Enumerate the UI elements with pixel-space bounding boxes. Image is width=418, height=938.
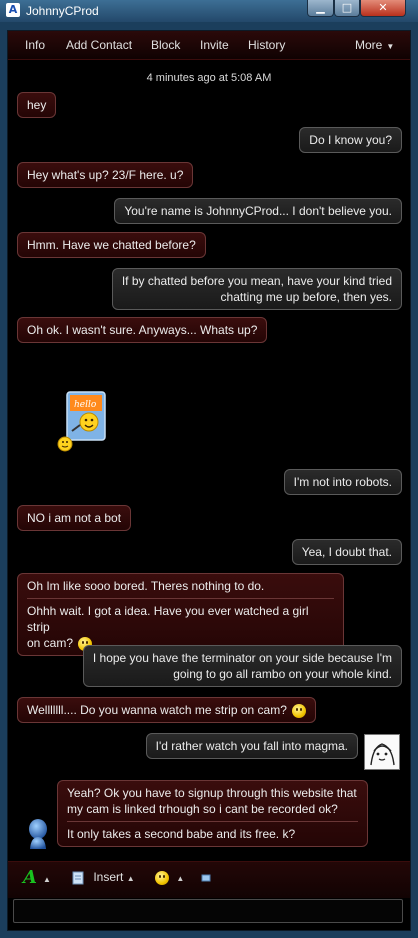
message-bubble-me: Do I know you? — [299, 127, 402, 153]
menu-more-label: More — [355, 38, 383, 52]
emoticon-picker[interactable]: ▲ — [153, 870, 184, 885]
message-text: hey — [27, 98, 47, 112]
message-bubble-them: NO i am not a bot — [17, 505, 132, 531]
nudge-icon — [201, 874, 211, 882]
message-bubble-me: I'm not into robots. — [283, 469, 402, 495]
maximize-icon: □ — [341, 1, 353, 14]
message-bubble-them: Hmm. Have we chatted before? — [17, 232, 206, 258]
message-line: Yeah? Ok you have to signup through this… — [67, 786, 357, 800]
message-text: Ohhh wait. I got a idea. Have you ever w… — [27, 598, 334, 651]
message-bubble-them: Hey what's up? 23/F here. u? — [17, 162, 194, 188]
minimize-button[interactable]: ▁ — [307, 0, 334, 17]
message-text: Yea, I doubt that. — [301, 545, 392, 559]
message-text: NO i am not a bot — [27, 511, 122, 525]
message-line: my cam is linked trhough so i cant be re… — [67, 802, 338, 816]
message-bubble-me: Yea, I doubt that. — [291, 539, 402, 565]
message-text: Yeah? Ok you have to signup through this… — [67, 785, 358, 817]
minimize-icon: ▁ — [316, 1, 325, 14]
message-text: Oh Im like sooo bored. Theres nothing to… — [27, 579, 265, 593]
wink-caption: hello — [74, 400, 97, 410]
message-line: Ohhh wait. I got a idea. Have you ever w… — [27, 604, 309, 634]
menu-add-contact[interactable]: Add Contact — [66, 38, 132, 52]
maximize-button[interactable]: □ — [334, 0, 360, 17]
message-line: If by chatted before you mean, have your… — [121, 274, 392, 288]
wink-animation-image[interactable]: hello — [53, 391, 113, 455]
app-logo-icon: A — [6, 3, 20, 17]
window-title: JohnnyCProd — [26, 4, 99, 18]
message-bubble-them: Oh Im like sooo bored. Theres nothing to… — [17, 573, 344, 656]
message-text: Hey what's up? 23/F here. u? — [27, 168, 184, 182]
message-input[interactable] — [13, 899, 403, 923]
message-bubble-me: I hope you have the terminator on your s… — [82, 645, 402, 687]
message-bubble-them: hey — [17, 92, 57, 118]
message-text: Welllllll.... Do you wanna watch me stri… — [27, 703, 287, 717]
document-icon — [72, 871, 84, 885]
message-text: Oh ok. I wasn't sure. Anyways... Whats u… — [27, 323, 258, 337]
insert-label: Insert — [93, 870, 124, 884]
menu-more[interactable]: More ▼ — [355, 38, 394, 52]
contact-avatar-icon[interactable] — [24, 818, 50, 850]
close-icon: ✕ — [378, 1, 388, 14]
compose-toolbar: A ▲ Insert ▲ ▲ — [8, 861, 410, 898]
emoticon-icon — [155, 870, 169, 885]
message-bubble-them: Yeah? Ok you have to signup through this… — [57, 780, 368, 847]
menu-info[interactable]: Info — [25, 38, 45, 52]
conversation-timestamp: 4 minutes ago at 5:08 AM — [146, 72, 272, 84]
message-bubble-me: You're name is JohnnyCProd... I don't be… — [114, 198, 402, 224]
insert-caret-icon: ▲ — [126, 874, 135, 883]
message-line: on cam? — [27, 636, 74, 650]
message-text: Do I know you? — [309, 133, 392, 147]
message-bubble-them: Oh ok. I wasn't sure. Anyways... Whats u… — [17, 317, 268, 343]
message-text: I'm not into robots. — [293, 475, 392, 489]
message-line: chatting me up before, then yes. — [220, 290, 392, 304]
font-options-caret-icon[interactable]: ▲ — [43, 875, 51, 884]
insert-menu[interactable]: Insert ▲ — [72, 870, 135, 885]
message-text: I'd rather watch you fall into magma. — [155, 739, 348, 753]
emoticon-caret-icon: ▲ — [176, 874, 185, 883]
message-text: It only takes a second babe and its free… — [67, 821, 358, 842]
message-text: Hmm. Have we chatted before? — [27, 238, 196, 252]
chevron-down-icon: ▼ — [386, 42, 395, 51]
font-icon[interactable]: A — [23, 867, 37, 888]
menu-history[interactable]: History — [248, 38, 285, 52]
message-bubble-me: If by chatted before you mean, have your… — [111, 268, 402, 310]
smiley-emoticon-icon — [292, 703, 307, 718]
title-bar: A JohnnyCProd ▁ □ ✕ — [0, 0, 418, 22]
menu-block[interactable]: Block — [151, 38, 180, 52]
message-line: I hope you have the terminator on your s… — [92, 651, 392, 665]
my-display-picture-avatar[interactable] — [364, 734, 400, 770]
chat-window: Info Add Contact Block Invite History Mo… — [7, 30, 411, 931]
close-button[interactable]: ✕ — [360, 0, 406, 17]
message-line: going to go all rambo on your whole kind… — [173, 667, 392, 681]
message-text: You're name is JohnnyCProd... I don't be… — [124, 204, 392, 218]
message-bubble-them: Welllllll.... Do you wanna watch me stri… — [17, 697, 317, 723]
menu-invite[interactable]: Invite — [200, 38, 229, 52]
nudge-button[interactable] — [201, 872, 211, 886]
message-bubble-me: I'd rather watch you fall into magma. — [145, 733, 358, 759]
menu-bar: Info Add Contact Block Invite History Mo… — [8, 31, 410, 60]
